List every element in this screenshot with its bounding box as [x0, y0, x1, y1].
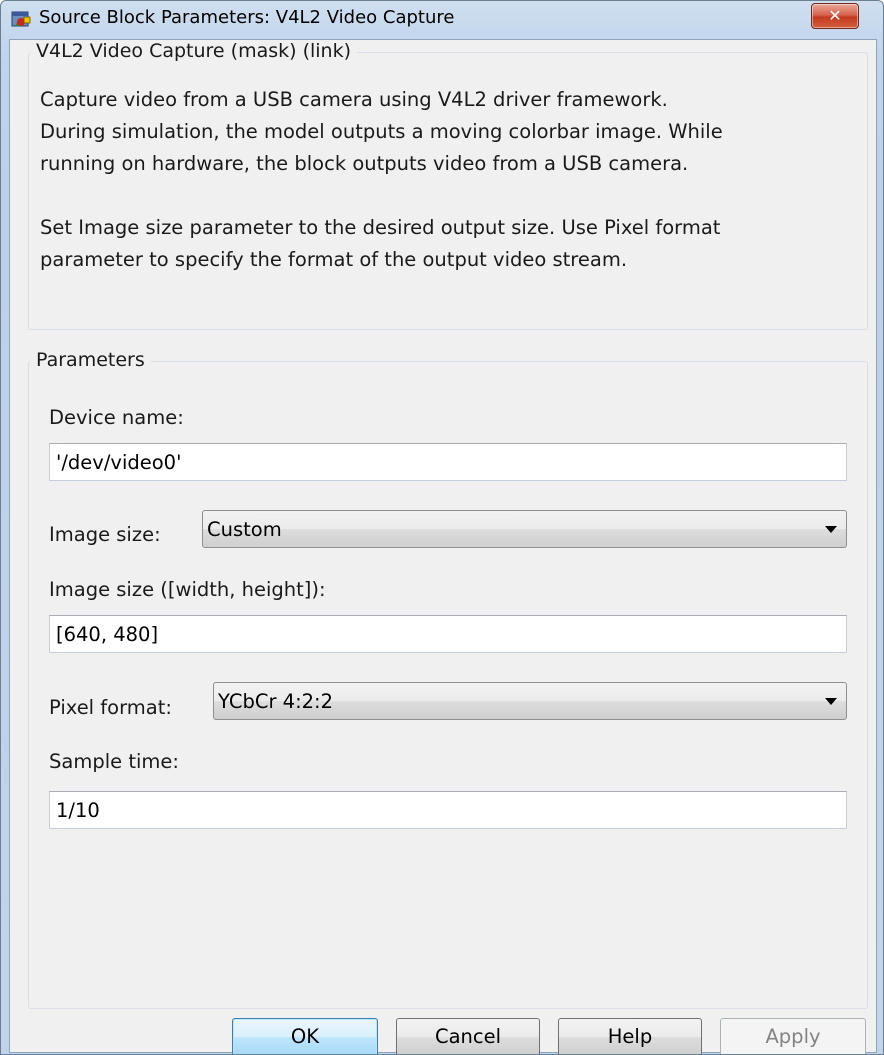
mask-description-line: During simulation, the model outputs a m… — [40, 120, 723, 143]
mask-description-line: Set Image size parameter to the desired … — [40, 216, 721, 239]
chevron-down-icon — [825, 698, 837, 705]
image-size-wh-value: [640, 480] — [56, 623, 159, 646]
simulink-block-icon — [11, 11, 31, 27]
ok-button[interactable]: OK — [232, 1018, 378, 1054]
close-button[interactable]: ✕ — [811, 3, 859, 29]
dialog-client-area: V4L2 Video Capture (mask) (link) Capture… — [9, 39, 877, 1054]
chevron-down-icon — [825, 526, 837, 533]
title-bar[interactable]: Source Block Parameters: V4L2 Video Capt… — [1, 1, 883, 31]
device-name-value: '/dev/video0' — [56, 451, 182, 474]
mask-description-line: Capture video from a USB camera using V4… — [40, 88, 668, 111]
mask-description-line: parameter to specify the format of the o… — [40, 248, 628, 271]
image-size-wh-label: Image size ([width, height]): — [49, 578, 326, 601]
mask-group-legend: V4L2 Video Capture (mask) (link) — [30, 40, 358, 62]
sample-time-field[interactable]: 1/10 — [49, 791, 847, 829]
sample-time-value: 1/10 — [56, 799, 100, 822]
sample-time-label: Sample time: — [49, 750, 179, 773]
help-button[interactable]: Help — [558, 1018, 702, 1054]
apply-button[interactable]: Apply — [720, 1018, 866, 1054]
dialog-window: Source Block Parameters: V4L2 Video Capt… — [0, 0, 884, 1055]
pixel-format-selected: YCbCr 4:2:2 — [218, 690, 334, 713]
device-name-field[interactable]: '/dev/video0' — [49, 443, 847, 481]
pixel-format-label: Pixel format: — [49, 696, 172, 719]
pixel-format-dropdown[interactable]: YCbCr 4:2:2 — [213, 682, 847, 720]
image-size-label: Image size: — [49, 523, 161, 546]
cancel-button[interactable]: Cancel — [396, 1018, 540, 1054]
image-size-dropdown[interactable]: Custom — [202, 510, 847, 548]
window-title: Source Block Parameters: V4L2 Video Capt… — [39, 7, 455, 28]
mask-description-line: running on hardware, the block outputs v… — [40, 152, 689, 175]
parameters-group-legend: Parameters — [30, 349, 151, 371]
image-size-wh-field[interactable]: [640, 480] — [49, 615, 847, 653]
device-name-label: Device name: — [49, 406, 184, 429]
close-icon: ✕ — [828, 6, 842, 25]
image-size-selected: Custom — [207, 518, 282, 541]
